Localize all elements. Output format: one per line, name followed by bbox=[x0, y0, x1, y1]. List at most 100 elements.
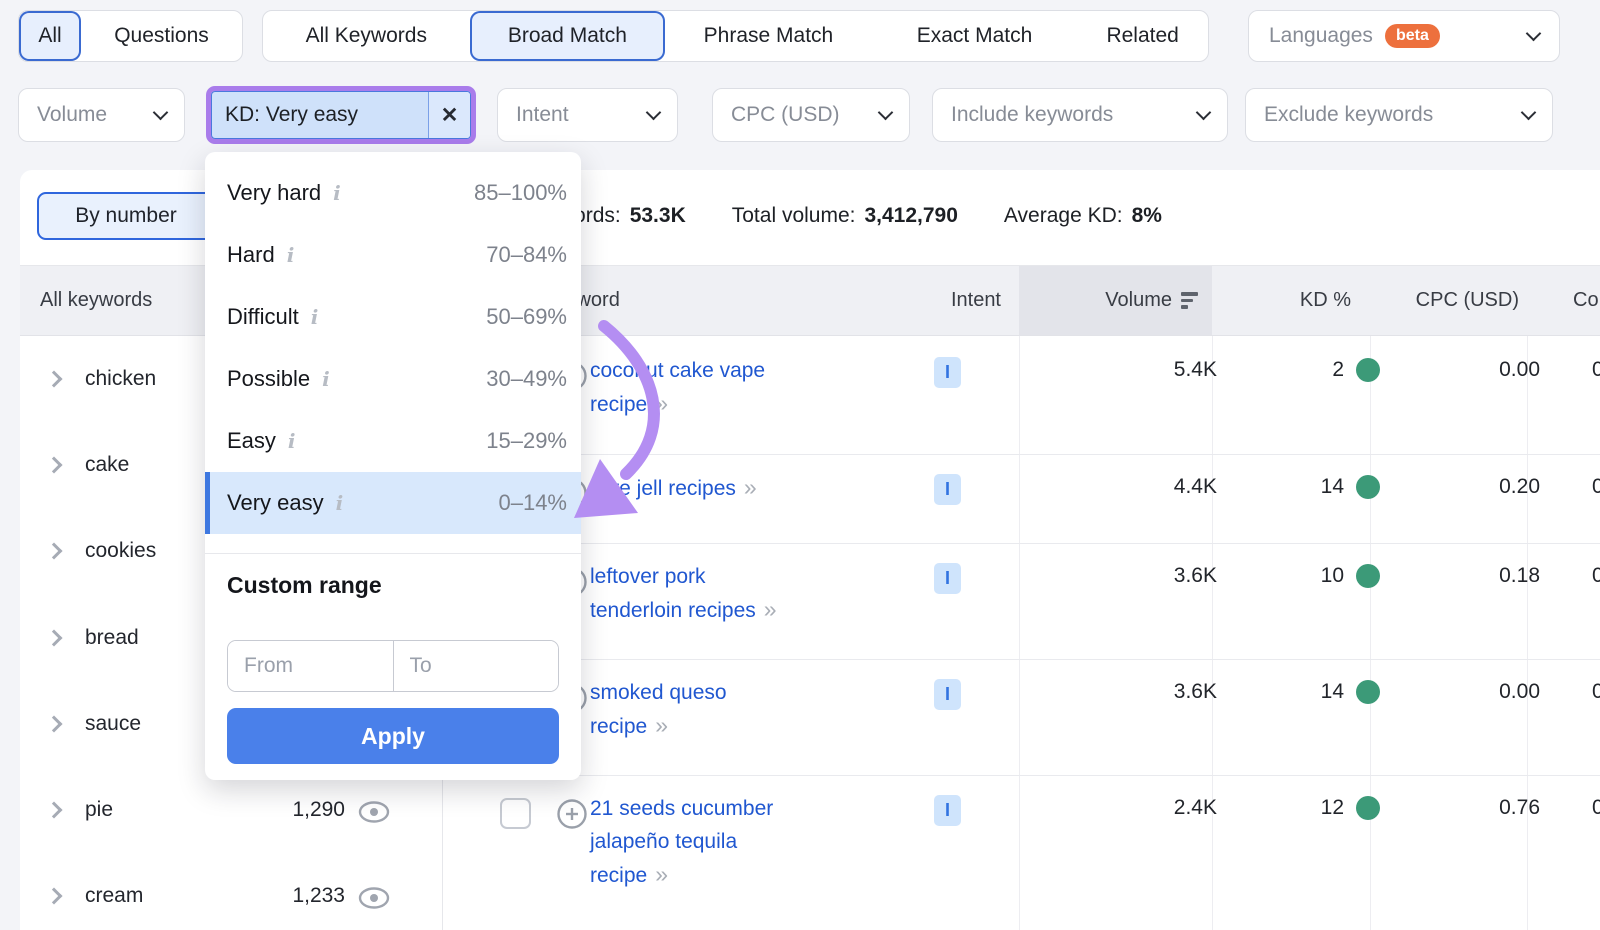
intent-badge[interactable]: I bbox=[934, 679, 961, 710]
tab-questions[interactable]: Questions bbox=[81, 11, 242, 61]
kd-value: 12 bbox=[1321, 796, 1344, 820]
row-checkbox[interactable] bbox=[500, 798, 531, 829]
kd-dot-icon bbox=[1356, 680, 1380, 704]
chevron-right-icon[interactable] bbox=[46, 716, 63, 733]
sidebar-item-label: pie bbox=[85, 798, 113, 822]
kd-option-very-easy[interactable]: Very easy i 0–14% bbox=[205, 472, 581, 534]
chevron-right-icon[interactable] bbox=[46, 371, 63, 388]
column-header-volume[interactable]: Volume bbox=[1019, 266, 1212, 335]
open-keyword-icon[interactable]: » bbox=[655, 712, 666, 738]
keyword-text[interactable]: leftover pork tenderloin recipes bbox=[590, 565, 756, 622]
tab-all[interactable]: All bbox=[19, 11, 81, 61]
chevron-down-icon bbox=[646, 105, 662, 121]
eye-icon[interactable] bbox=[357, 886, 391, 915]
include-keywords-dropdown[interactable]: Include keywords bbox=[932, 88, 1228, 142]
column-header-kd[interactable]: KD % bbox=[1212, 266, 1351, 335]
open-keyword-icon[interactable]: » bbox=[655, 390, 666, 416]
kd-option-label: Hard bbox=[227, 242, 275, 268]
summary-stats: All keywords: 53.3K Total volume: 3,412,… bbox=[497, 192, 1162, 240]
volume-filter-dropdown[interactable]: Volume bbox=[18, 88, 185, 142]
intent-badge[interactable]: I bbox=[934, 474, 961, 505]
column-header-competition[interactable]: Co bbox=[1573, 266, 1599, 335]
chevron-right-icon[interactable] bbox=[46, 888, 63, 905]
column-header-intent[interactable]: Intent bbox=[861, 266, 1001, 335]
stat-total-volume: Total volume: 3,412,790 bbox=[732, 204, 958, 228]
sidebar-header-all-keywords[interactable]: All keywords bbox=[40, 266, 152, 335]
tab-related[interactable]: Related bbox=[1077, 11, 1208, 61]
eye-icon[interactable] bbox=[357, 800, 391, 829]
tab-broad-match[interactable]: Broad Match bbox=[470, 11, 666, 61]
sidebar-item-label: cookies bbox=[85, 539, 156, 563]
volume-cell: 2.4K bbox=[997, 796, 1217, 820]
table-row[interactable]: sure jell recipes» I 4.4K 14 0.20 0.0 bbox=[442, 455, 1600, 544]
table-row[interactable]: 21 seeds cucumber jalapeño tequila recip… bbox=[442, 776, 1600, 930]
sidebar-item-pie[interactable]: pie 1,290 bbox=[20, 790, 442, 834]
kd-option-possible[interactable]: Possible i 30–49% bbox=[205, 348, 581, 410]
keyword-link[interactable]: sure jell recipes » bbox=[590, 471, 795, 505]
sidebar-item-label: cake bbox=[85, 453, 129, 477]
kd-option-hard[interactable]: Hard i 70–84% bbox=[205, 224, 581, 286]
kd-cell: 14 bbox=[1202, 475, 1380, 499]
cpc-cell: 0.00 bbox=[1382, 680, 1540, 704]
kd-filter-chip[interactable]: KD: Very easy ✕ bbox=[211, 91, 471, 139]
intent-filter-label: Intent bbox=[516, 103, 569, 127]
keyword-link[interactable]: smoked queso recipe» bbox=[590, 676, 795, 743]
sidebar-item-count: 1,290 bbox=[255, 798, 345, 822]
sidebar-item-label: bread bbox=[85, 626, 139, 650]
kd-option-range: 15–29% bbox=[486, 428, 567, 454]
intent-badge[interactable]: I bbox=[934, 357, 961, 388]
open-keyword-icon[interactable]: » bbox=[764, 596, 775, 622]
keyword-text[interactable]: coconut cake vape recipe bbox=[590, 359, 765, 416]
tab-all-keywords[interactable]: All Keywords bbox=[263, 11, 470, 61]
intent-badge[interactable]: I bbox=[934, 795, 961, 826]
kd-option-difficult[interactable]: Difficult i 50–69% bbox=[205, 286, 581, 348]
tab-exact-match[interactable]: Exact Match bbox=[872, 11, 1078, 61]
keyword-link[interactable]: leftover pork tenderloin recipes » bbox=[590, 560, 795, 627]
add-keyword-icon[interactable] bbox=[556, 798, 588, 835]
include-keywords-label: Include keywords bbox=[951, 103, 1113, 127]
table-row[interactable]: smoked queso recipe» I 3.6K 14 0.00 0.0 bbox=[442, 660, 1600, 776]
table-row[interactable]: coconut cake vape recipe» I 5.4K 2 0.00 … bbox=[442, 338, 1600, 455]
kd-from-input[interactable] bbox=[228, 641, 393, 691]
info-icon[interactable]: i bbox=[322, 367, 330, 391]
stat-value: 53.3K bbox=[630, 204, 686, 228]
by-number-button[interactable]: By number bbox=[37, 192, 215, 240]
tab-phrase-match[interactable]: Phrase Match bbox=[665, 11, 872, 61]
open-keyword-icon[interactable]: » bbox=[744, 474, 755, 500]
keyword-link[interactable]: coconut cake vape recipe» bbox=[590, 354, 795, 421]
sidebar-item-label: cream bbox=[85, 884, 143, 908]
kd-value: 14 bbox=[1321, 680, 1344, 704]
kd-to-input[interactable] bbox=[394, 641, 559, 691]
kd-option-very-hard[interactable]: Very hard i 85–100% bbox=[205, 162, 581, 224]
sidebar-item-cream[interactable]: cream 1,233 bbox=[20, 876, 442, 920]
kd-value: 10 bbox=[1321, 564, 1344, 588]
cpc-filter-dropdown[interactable]: CPC (USD) bbox=[712, 88, 910, 142]
keyword-text[interactable]: 21 seeds cucumber jalapeño tequila recip… bbox=[590, 797, 773, 887]
keyword-text[interactable]: sure jell recipes bbox=[590, 477, 736, 500]
kd-option-label: Possible bbox=[227, 366, 310, 392]
chevron-right-icon[interactable] bbox=[46, 802, 63, 819]
info-icon[interactable]: i bbox=[287, 243, 295, 267]
info-icon[interactable]: i bbox=[288, 429, 296, 453]
table-row[interactable]: leftover pork tenderloin recipes» I 3.6K… bbox=[442, 544, 1600, 660]
kd-option-easy[interactable]: Easy i 15–29% bbox=[205, 410, 581, 472]
exclude-keywords-dropdown[interactable]: Exclude keywords bbox=[1245, 88, 1553, 142]
chevron-right-icon[interactable] bbox=[46, 457, 63, 474]
chevron-right-icon[interactable] bbox=[46, 543, 63, 560]
intent-filter-dropdown[interactable]: Intent bbox=[497, 88, 678, 142]
info-icon[interactable]: i bbox=[333, 181, 341, 205]
info-icon[interactable]: i bbox=[336, 491, 344, 515]
kd-cell: 14 bbox=[1202, 680, 1380, 704]
apply-button[interactable]: Apply bbox=[227, 708, 559, 764]
close-icon[interactable]: ✕ bbox=[428, 92, 470, 138]
sort-desc-icon[interactable] bbox=[1181, 292, 1198, 309]
keyword-link[interactable]: 21 seeds cucumber jalapeño tequila recip… bbox=[590, 792, 795, 892]
intent-badge[interactable]: I bbox=[934, 563, 961, 594]
chevron-right-icon[interactable] bbox=[46, 630, 63, 647]
languages-dropdown[interactable]: Languages beta bbox=[1248, 10, 1560, 62]
open-keyword-icon[interactable]: » bbox=[655, 861, 666, 887]
volume-cell: 4.4K bbox=[997, 475, 1217, 499]
info-icon[interactable]: i bbox=[311, 305, 319, 329]
column-header-cpc[interactable]: CPC (USD) bbox=[1362, 266, 1519, 335]
kd-cell: 12 bbox=[1202, 796, 1380, 820]
